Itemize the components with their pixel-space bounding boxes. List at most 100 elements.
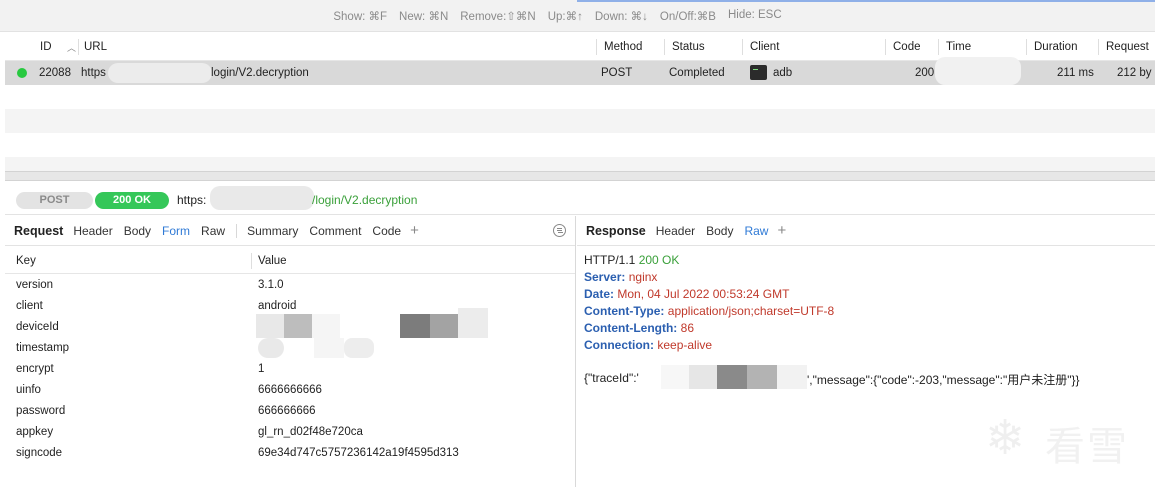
param-value: 6666666666 <box>258 384 322 396</box>
param-value: 1 <box>258 363 265 375</box>
header-value: Mon, 04 Jul 2022 00:53:24 GMT <box>617 287 790 301</box>
watermark-logo: ❄ 看雪 <box>985 408 1135 470</box>
request-panel: Request Header Body Form Raw Summary Com… <box>5 216 576 487</box>
column-request[interactable]: Request <box>1106 41 1149 53</box>
response-tabs: Response Header Body Raw + <box>577 216 1155 246</box>
param-key: signcode <box>16 447 63 459</box>
http-status-code: 200 OK <box>638 253 680 267</box>
header-value: 86 <box>680 321 695 335</box>
column-separator[interactable] <box>1026 39 1027 55</box>
terminal-icon <box>750 65 767 80</box>
shortcut-hints: Show: ⌘F New: ⌘N Remove:⇧⌘N Up:⌘↑ Down: … <box>0 9 1155 23</box>
response-header: Connection: keep-alive <box>584 337 834 354</box>
tab-code[interactable]: Code <box>372 224 401 238</box>
response-header: Content-Type: application/json;charset=U… <box>584 303 834 320</box>
header-name: Server: <box>584 270 626 284</box>
header-name: Content-Length: <box>584 321 678 335</box>
filter-icon[interactable] <box>553 224 566 237</box>
add-tab-icon[interactable]: + <box>410 222 419 239</box>
empty-row <box>5 133 1155 157</box>
snowflake-icon: ❄ <box>985 410 1026 466</box>
header-name: Content-Type: <box>584 304 665 318</box>
column-value: Value <box>258 255 287 267</box>
column-separator[interactable] <box>885 39 886 55</box>
focus-accent-line <box>577 0 1155 2</box>
header-name: Connection: <box>584 338 654 352</box>
form-row[interactable]: signcode 69e34d747c5757236142a19f4595d31… <box>5 443 575 464</box>
sort-asc-icon[interactable]: ︿ <box>67 41 76 54</box>
column-method[interactable]: Method <box>604 41 642 53</box>
add-tab-icon[interactable]: + <box>777 222 786 239</box>
tab-separator <box>236 223 238 238</box>
redacted-blur <box>210 186 314 210</box>
row-request-size: 212 by <box>1117 67 1152 79</box>
column-separator[interactable] <box>596 39 597 55</box>
response-header: Date: Mon, 04 Jul 2022 00:53:24 GMT <box>584 286 834 303</box>
row-url-suffix: login/V2.decryption <box>211 67 309 79</box>
form-row[interactable]: password 666666666 <box>5 401 575 422</box>
tab-header[interactable]: Header <box>73 224 112 238</box>
row-method: POST <box>601 67 633 79</box>
redacted-blur <box>935 57 1021 85</box>
column-code[interactable]: Code <box>893 41 921 53</box>
param-value: 666666666 <box>258 405 316 417</box>
column-separator[interactable] <box>938 39 939 55</box>
response-header: Server: nginx <box>584 269 834 286</box>
form-row[interactable]: uinfo 6666666666 <box>5 380 575 401</box>
response-title: Response <box>586 223 646 238</box>
param-key: password <box>16 405 66 417</box>
hint-new: New: ⌘N <box>399 11 449 23</box>
tab-body[interactable]: Body <box>706 224 733 238</box>
response-header: Content-Length: 86 <box>584 320 834 337</box>
empty-row <box>5 85 1155 109</box>
empty-row <box>5 109 1155 133</box>
form-table-header: Key Value <box>5 248 575 274</box>
redacted-mosaic <box>256 308 488 338</box>
header-value: keep-alive <box>657 338 713 352</box>
table-row[interactable]: 22088 https login/V2.decryption POST Com… <box>5 57 1155 85</box>
row-duration: 211 ms <box>1057 67 1094 79</box>
method-badge: POST <box>16 192 93 209</box>
tab-raw[interactable]: Raw <box>744 224 768 238</box>
row-client: adb <box>773 67 793 79</box>
form-row[interactable]: encrypt 1 <box>5 359 575 380</box>
param-key: appkey <box>16 426 54 438</box>
column-id[interactable]: ID <box>40 41 52 53</box>
watermark-text: 看雪 <box>1045 424 1129 470</box>
form-row[interactable]: appkey gl_rn_d02f48e720ca <box>5 422 575 443</box>
param-key: version <box>16 279 54 291</box>
column-separator[interactable] <box>1098 39 1099 55</box>
column-status[interactable]: Status <box>672 41 705 53</box>
param-value: 69e34d747c5757236142a19f4595d313 <box>258 447 459 459</box>
column-url[interactable]: URL <box>84 41 107 53</box>
column-separator[interactable] <box>78 39 79 55</box>
tab-header[interactable]: Header <box>656 224 695 238</box>
status-badge: 200 OK <box>95 192 169 209</box>
header-value: nginx <box>628 270 658 284</box>
tab-raw[interactable]: Raw <box>201 224 225 238</box>
tab-summary[interactable]: Summary <box>247 224 298 238</box>
column-client[interactable]: Client <box>750 41 779 53</box>
hint-up: Up:⌘↑ <box>547 11 583 23</box>
tab-body[interactable]: Body <box>124 224 151 238</box>
param-value: 3.1.0 <box>258 279 284 291</box>
request-tabs: Request Header Body Form Raw Summary Com… <box>5 216 575 246</box>
column-separator[interactable] <box>742 39 743 55</box>
request-url-bar: POST 200 OK https: /login/V2.decryption <box>5 184 1155 215</box>
row-id: 22088 <box>39 67 71 79</box>
column-separator[interactable] <box>664 39 665 55</box>
param-key: client <box>16 300 43 312</box>
tab-comment[interactable]: Comment <box>309 224 361 238</box>
tab-form[interactable]: Form <box>162 224 190 238</box>
split-divider[interactable] <box>5 171 1155 181</box>
hint-show: Show: ⌘F <box>333 11 388 23</box>
param-key: uinfo <box>16 384 41 396</box>
row-status: Completed <box>669 67 725 79</box>
url-path[interactable]: /login/V2.decryption <box>312 193 417 207</box>
param-key: encrypt <box>16 363 54 375</box>
url-prefix[interactable]: https: <box>177 193 206 207</box>
form-row[interactable]: version 3.1.0 <box>5 275 575 296</box>
column-time[interactable]: Time <box>946 41 971 53</box>
column-duration[interactable]: Duration <box>1034 41 1077 53</box>
column-key: Key <box>16 255 36 267</box>
